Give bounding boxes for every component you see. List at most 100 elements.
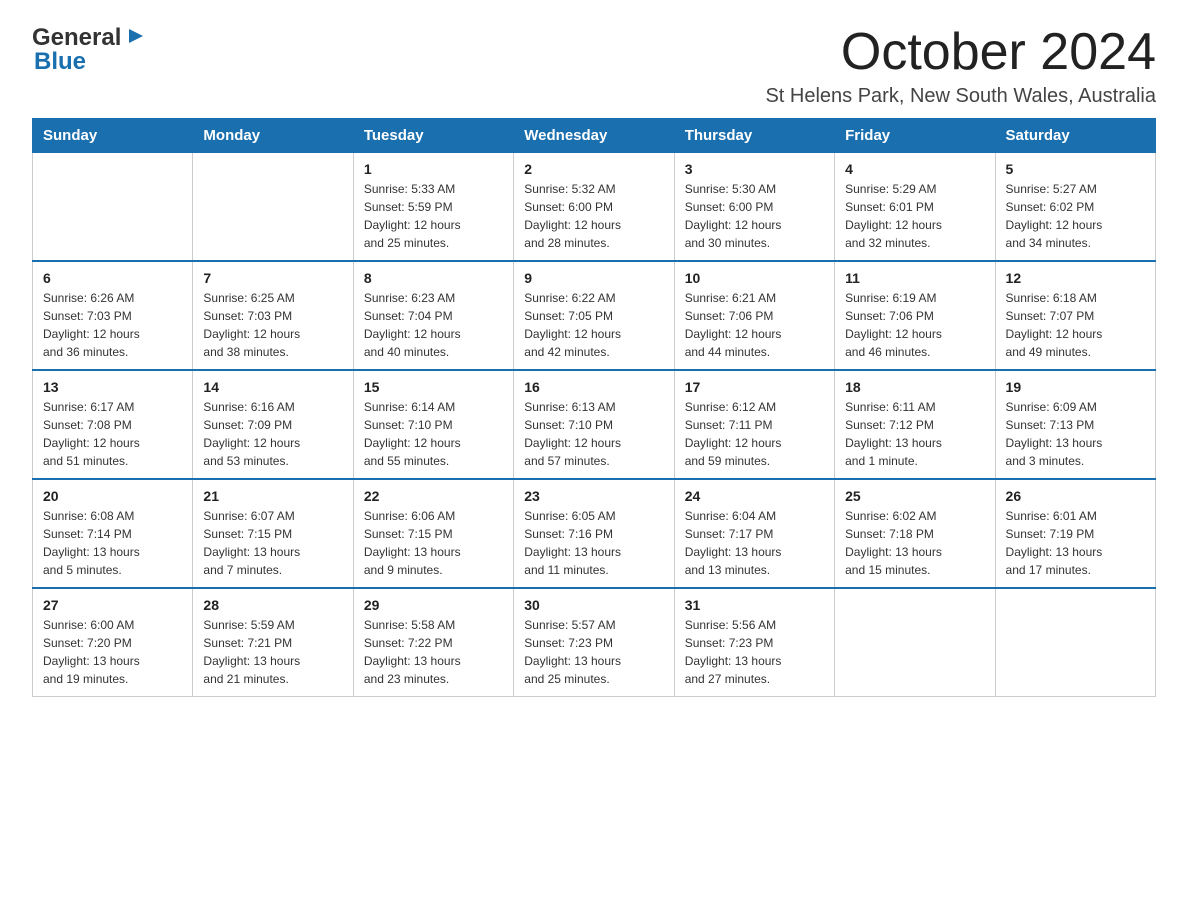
day-info: Sunrise: 5:57 AM Sunset: 7:23 PM Dayligh…	[524, 616, 663, 688]
day-number: 9	[524, 270, 663, 286]
day-number: 18	[845, 379, 984, 395]
calendar-week-3: 13Sunrise: 6:17 AM Sunset: 7:08 PM Dayli…	[33, 370, 1156, 479]
day-number: 4	[845, 161, 984, 177]
calendar-cell: 10Sunrise: 6:21 AM Sunset: 7:06 PM Dayli…	[674, 261, 834, 370]
day-number: 22	[364, 488, 503, 504]
day-info: Sunrise: 6:13 AM Sunset: 7:10 PM Dayligh…	[524, 398, 663, 470]
calendar-cell: 6Sunrise: 6:26 AM Sunset: 7:03 PM Daylig…	[33, 261, 193, 370]
day-info: Sunrise: 6:17 AM Sunset: 7:08 PM Dayligh…	[43, 398, 182, 470]
calendar-cell: 16 Sunrise: 6:13 AM Sunset: 7:10 PM Dayli…	[514, 370, 674, 479]
day-info: Sunrise: 6:05 AM Sunset: 7:16 PM Dayligh…	[524, 507, 663, 579]
day-info: Sunrise: 6:12 AM Sunset: 7:11 PM Dayligh…	[685, 398, 824, 470]
calendar-cell	[995, 588, 1155, 697]
day-info: Sunrise: 6:06 AM Sunset: 7:15 PM Dayligh…	[364, 507, 503, 579]
day-number: 7	[203, 270, 342, 286]
day-number: 28	[203, 597, 342, 613]
day-info: Sunrise: 6:23 AM Sunset: 7:04 PM Dayligh…	[364, 289, 503, 361]
day-number: 3	[685, 161, 824, 177]
day-info: Sunrise: 6:01 AM Sunset: 7:19 PM Dayligh…	[1006, 507, 1145, 579]
header-row: SundayMondayTuesdayWednesdayThursdayFrid…	[33, 119, 1156, 153]
day-number: 23	[524, 488, 663, 504]
calendar-cell: 20Sunrise: 6:08 AM Sunset: 7:14 PM Dayli…	[33, 479, 193, 588]
calendar-cell	[193, 153, 353, 262]
calendar-cell	[835, 588, 995, 697]
day-info: Sunrise: 6:14 AM Sunset: 7:10 PM Dayligh…	[364, 398, 503, 470]
calendar-cell: 9 Sunrise: 6:22 AM Sunset: 7:05 PM Daylig…	[514, 261, 674, 370]
calendar-cell: 28 Sunrise: 5:59 AM Sunset: 7:21 PM Dayli…	[193, 588, 353, 697]
calendar-cell: 21Sunrise: 6:07 AM Sunset: 7:15 PM Dayli…	[193, 479, 353, 588]
page-header: General Blue October 2024 St Helens Park…	[32, 24, 1156, 108]
day-info: Sunrise: 5:29 AM Sunset: 6:01 PM Dayligh…	[845, 180, 984, 252]
day-number: 16	[524, 379, 663, 395]
day-info: Sunrise: 6:21 AM Sunset: 7:06 PM Dayligh…	[685, 289, 824, 361]
day-number: 17	[685, 379, 824, 395]
day-info: Sunrise: 5:27 AM Sunset: 6:02 PM Dayligh…	[1006, 180, 1145, 252]
header-cell-tuesday: Tuesday	[353, 119, 513, 153]
header-cell-wednesday: Wednesday	[514, 119, 674, 153]
calendar-week-4: 20Sunrise: 6:08 AM Sunset: 7:14 PM Dayli…	[33, 479, 1156, 588]
location-subtitle: St Helens Park, New South Wales, Austral…	[765, 85, 1156, 108]
day-info: Sunrise: 6:18 AM Sunset: 7:07 PM Dayligh…	[1006, 289, 1145, 361]
day-number: 25	[845, 488, 984, 504]
calendar-cell: 17 Sunrise: 6:12 AM Sunset: 7:11 PM Dayli…	[674, 370, 834, 479]
calendar-cell: 18 Sunrise: 6:11 AM Sunset: 7:12 PM Dayli…	[835, 370, 995, 479]
calendar-cell: 25 Sunrise: 6:02 AM Sunset: 7:18 PM Dayli…	[835, 479, 995, 588]
calendar-cell: 27 Sunrise: 6:00 AM Sunset: 7:20 PM Dayli…	[33, 588, 193, 697]
day-number: 24	[685, 488, 824, 504]
day-number: 31	[685, 597, 824, 613]
calendar-body: 1 Sunrise: 5:33 AM Sunset: 5:59 PM Daylig…	[33, 153, 1156, 697]
calendar-week-5: 27 Sunrise: 6:00 AM Sunset: 7:20 PM Dayli…	[33, 588, 1156, 697]
calendar-cell: 3 Sunrise: 5:30 AM Sunset: 6:00 PM Daylig…	[674, 153, 834, 262]
day-number: 19	[1006, 379, 1145, 395]
logo-arrow-icon	[125, 25, 147, 52]
day-info: Sunrise: 6:25 AM Sunset: 7:03 PM Dayligh…	[203, 289, 342, 361]
header-cell-thursday: Thursday	[674, 119, 834, 153]
day-info: Sunrise: 5:32 AM Sunset: 6:00 PM Dayligh…	[524, 180, 663, 252]
calendar-cell: 13Sunrise: 6:17 AM Sunset: 7:08 PM Dayli…	[33, 370, 193, 479]
header-cell-friday: Friday	[835, 119, 995, 153]
day-info: Sunrise: 5:56 AM Sunset: 7:23 PM Dayligh…	[685, 616, 824, 688]
calendar-cell: 30 Sunrise: 5:57 AM Sunset: 7:23 PM Dayli…	[514, 588, 674, 697]
day-info: Sunrise: 6:00 AM Sunset: 7:20 PM Dayligh…	[43, 616, 182, 688]
calendar-cell: 29Sunrise: 5:58 AM Sunset: 7:22 PM Dayli…	[353, 588, 513, 697]
header-cell-saturday: Saturday	[995, 119, 1155, 153]
calendar-cell: 15 Sunrise: 6:14 AM Sunset: 7:10 PM Dayli…	[353, 370, 513, 479]
day-info: Sunrise: 6:04 AM Sunset: 7:17 PM Dayligh…	[685, 507, 824, 579]
calendar-cell: 2Sunrise: 5:32 AM Sunset: 6:00 PM Daylig…	[514, 153, 674, 262]
calendar-table: SundayMondayTuesdayWednesdayThursdayFrid…	[32, 118, 1156, 697]
day-number: 5	[1006, 161, 1145, 177]
day-info: Sunrise: 6:22 AM Sunset: 7:05 PM Dayligh…	[524, 289, 663, 361]
day-number: 14	[203, 379, 342, 395]
day-info: Sunrise: 6:11 AM Sunset: 7:12 PM Dayligh…	[845, 398, 984, 470]
day-info: Sunrise: 5:58 AM Sunset: 7:22 PM Dayligh…	[364, 616, 503, 688]
logo: General Blue	[32, 24, 147, 76]
calendar-cell	[33, 153, 193, 262]
calendar-cell: 23 Sunrise: 6:05 AM Sunset: 7:16 PM Dayli…	[514, 479, 674, 588]
day-number: 8	[364, 270, 503, 286]
calendar-cell: 12 Sunrise: 6:18 AM Sunset: 7:07 PM Dayli…	[995, 261, 1155, 370]
header-cell-monday: Monday	[193, 119, 353, 153]
day-number: 12	[1006, 270, 1145, 286]
calendar-header: SundayMondayTuesdayWednesdayThursdayFrid…	[33, 119, 1156, 153]
day-number: 15	[364, 379, 503, 395]
logo-blue-text: Blue	[34, 48, 86, 76]
day-number: 6	[43, 270, 182, 286]
day-number: 1	[364, 161, 503, 177]
day-info: Sunrise: 6:02 AM Sunset: 7:18 PM Dayligh…	[845, 507, 984, 579]
day-info: Sunrise: 5:30 AM Sunset: 6:00 PM Dayligh…	[685, 180, 824, 252]
day-number: 20	[43, 488, 182, 504]
day-number: 21	[203, 488, 342, 504]
calendar-cell: 4 Sunrise: 5:29 AM Sunset: 6:01 PM Daylig…	[835, 153, 995, 262]
title-block: October 2024 St Helens Park, New South W…	[765, 24, 1156, 108]
day-info: Sunrise: 5:59 AM Sunset: 7:21 PM Dayligh…	[203, 616, 342, 688]
calendar-cell: 1 Sunrise: 5:33 AM Sunset: 5:59 PM Daylig…	[353, 153, 513, 262]
day-number: 30	[524, 597, 663, 613]
day-info: Sunrise: 6:09 AM Sunset: 7:13 PM Dayligh…	[1006, 398, 1145, 470]
day-number: 11	[845, 270, 984, 286]
calendar-cell: 14Sunrise: 6:16 AM Sunset: 7:09 PM Dayli…	[193, 370, 353, 479]
calendar-cell: 24 Sunrise: 6:04 AM Sunset: 7:17 PM Dayli…	[674, 479, 834, 588]
header-cell-sunday: Sunday	[33, 119, 193, 153]
day-number: 27	[43, 597, 182, 613]
calendar-cell: 7 Sunrise: 6:25 AM Sunset: 7:03 PM Daylig…	[193, 261, 353, 370]
day-info: Sunrise: 5:33 AM Sunset: 5:59 PM Dayligh…	[364, 180, 503, 252]
